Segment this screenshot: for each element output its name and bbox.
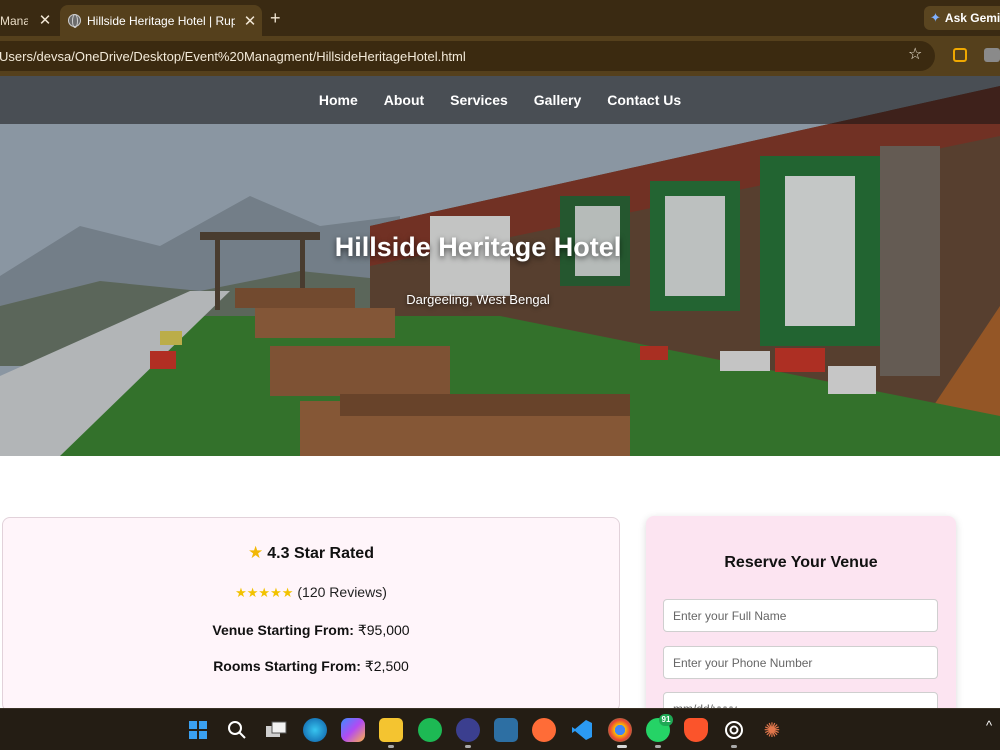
nav-about[interactable]: About bbox=[384, 92, 424, 108]
file-explorer-icon[interactable] bbox=[379, 718, 403, 742]
web-page: Home About Services Gallery Contact Us H… bbox=[0, 76, 1000, 708]
star-rating-icon: ★ bbox=[248, 543, 264, 562]
reserve-title: Reserve Your Venue bbox=[724, 554, 878, 571]
rooms-price: ₹2,500 bbox=[364, 658, 409, 674]
nav-contact-us[interactable]: Contact Us bbox=[607, 92, 681, 108]
brave-icon[interactable] bbox=[684, 718, 708, 742]
nav-services[interactable]: Services bbox=[450, 92, 508, 108]
globe-icon bbox=[68, 14, 81, 28]
venue-price-label: Venue Starting From: bbox=[212, 622, 354, 638]
running-indicator bbox=[465, 745, 471, 748]
hotel-title: Hillside Heritage Hotel bbox=[334, 232, 622, 262]
browser-tab-bar: Managem ✕ Hillside Heritage Hotel | Rupk… bbox=[0, 0, 1000, 36]
nav-gallery[interactable]: Gallery bbox=[534, 92, 581, 108]
stars-icon: ★★★★★ bbox=[235, 585, 294, 600]
date-input[interactable] bbox=[663, 692, 938, 708]
whatsapp-badge: 91 bbox=[659, 714, 673, 726]
gemini-icon: ✦ bbox=[930, 10, 941, 25]
hotel-location: Dargeeling, West Bengal bbox=[406, 292, 550, 307]
ask-gemini-label: Ask Gemini bbox=[944, 11, 1000, 25]
rating-text: 4.3 Star Rated bbox=[267, 545, 374, 562]
tab-title: Managem bbox=[0, 13, 28, 28]
ask-gemini-button[interactable]: ✦ Ask Gemini bbox=[924, 6, 1000, 30]
windows-taskbar: 91 ✺ bbox=[0, 708, 1000, 750]
address-bar[interactable]: Users/devsa/OneDrive/Desktop/Event%20Man… bbox=[0, 41, 935, 71]
reviews-line: ★★★★★ (120 Reviews) bbox=[3, 584, 619, 601]
rooms-price-line: Rooms Starting From: ₹2,500 bbox=[3, 658, 619, 675]
running-indicator bbox=[617, 745, 627, 748]
full-name-input[interactable] bbox=[663, 599, 938, 632]
reserve-venue-form: Reserve Your Venue bbox=[646, 516, 956, 708]
spotify-icon[interactable] bbox=[418, 718, 442, 742]
chrome-icon[interactable] bbox=[608, 718, 632, 742]
running-indicator bbox=[731, 745, 737, 748]
venue-price-line: Venue Starting From: ₹95,000 bbox=[3, 622, 619, 639]
chevron-up-icon[interactable]: ^ bbox=[986, 718, 992, 733]
phone-number-input[interactable] bbox=[663, 646, 938, 679]
address-bar-row: Users/devsa/OneDrive/Desktop/Event%20Man… bbox=[0, 36, 1000, 76]
edge-icon[interactable] bbox=[303, 718, 327, 742]
postman-icon[interactable] bbox=[532, 718, 556, 742]
tab-title: Hillside Heritage Hotel | Rupkot bbox=[87, 13, 235, 28]
hero-photo bbox=[0, 76, 1000, 456]
nav-home[interactable]: Home bbox=[319, 92, 358, 108]
claude-icon[interactable]: ✺ bbox=[760, 718, 784, 742]
new-tab-button[interactable]: + bbox=[270, 8, 281, 29]
browser-tab-active[interactable]: Hillside Heritage Hotel | Rupkot ✕ bbox=[60, 5, 262, 36]
venue-price: ₹95,000 bbox=[357, 622, 410, 638]
task-view-icon[interactable] bbox=[264, 718, 288, 742]
main-navigation: Home About Services Gallery Contact Us bbox=[0, 76, 1000, 124]
app-icon[interactable] bbox=[456, 718, 480, 742]
search-icon[interactable] bbox=[225, 718, 249, 742]
close-icon[interactable]: ✕ bbox=[36, 11, 54, 29]
hero-banner: Home About Services Gallery Contact Us H… bbox=[0, 76, 1000, 456]
windows-start-icon[interactable] bbox=[186, 718, 210, 742]
url-text: Users/devsa/OneDrive/Desktop/Event%20Man… bbox=[0, 49, 466, 64]
vscode-icon[interactable] bbox=[570, 718, 594, 742]
close-icon[interactable]: ✕ bbox=[241, 12, 259, 30]
extension-icon[interactable] bbox=[953, 48, 967, 62]
extension-icon[interactable] bbox=[984, 48, 1000, 62]
running-indicator bbox=[655, 745, 661, 748]
chatgpt-icon[interactable] bbox=[722, 718, 746, 742]
rooms-price-label: Rooms Starting From: bbox=[213, 658, 361, 674]
rating-headline: ★ 4.3 Star Rated bbox=[3, 543, 619, 563]
reviews-count: (120 Reviews) bbox=[297, 584, 387, 600]
rating-card: ★ 4.3 Star Rated ★★★★★ (120 Reviews) Venue… bbox=[2, 517, 620, 708]
star-bookmark-icon[interactable]: ☆ bbox=[908, 44, 922, 64]
browser-tab[interactable]: Managem ✕ bbox=[0, 5, 58, 36]
running-indicator bbox=[388, 745, 394, 748]
app-icon[interactable] bbox=[494, 718, 518, 742]
copilot-icon[interactable] bbox=[341, 718, 365, 742]
